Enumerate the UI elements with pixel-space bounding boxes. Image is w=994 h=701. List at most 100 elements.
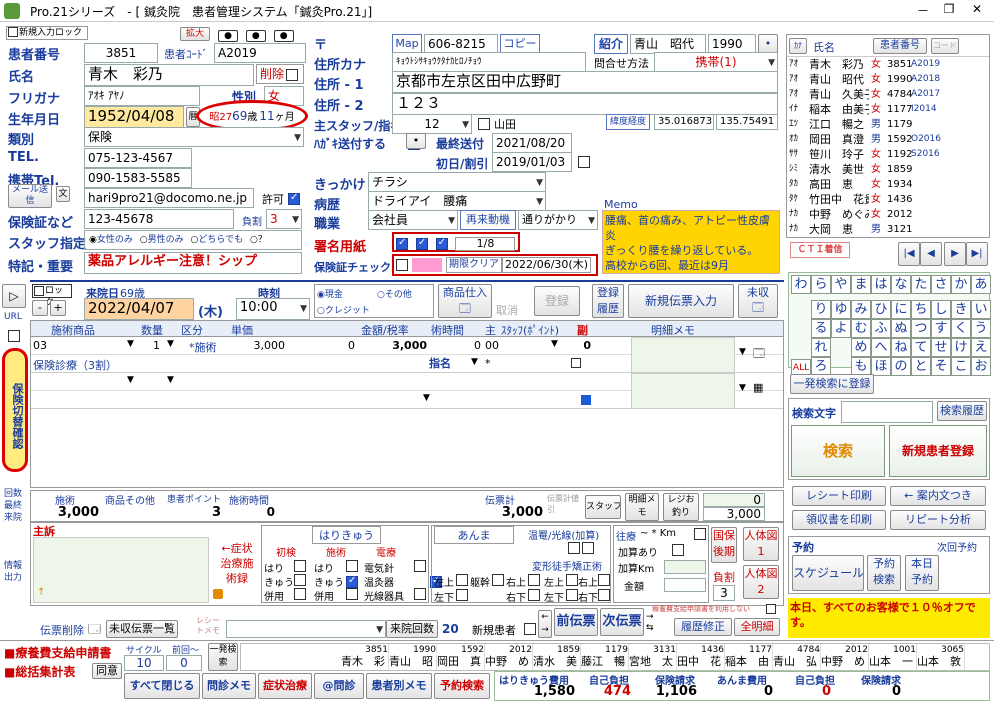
last-sent-field[interactable]: 2021/08/20 [492,133,572,153]
reservation-search-bottom-button[interactable]: 予約検索 [434,673,490,699]
history-item[interactable]: 1179 藤江 暢 [581,644,629,670]
burden-select[interactable]: 3 ▼ [266,209,302,229]
search-button[interactable]: 検索 [791,425,885,477]
kana-key[interactable]: ら [811,275,831,294]
radio-2[interactable]: ● [245,30,266,42]
time-select[interactable]: 10:00 ▼ [236,298,310,320]
map-button[interactable]: Map [392,34,422,54]
prev-slip-button[interactable]: 前伝票 [554,608,598,636]
list-item[interactable]: ｱｵ 青山 昭代女 1990 A2018 [787,72,989,87]
history-button[interactable]: 登録履歴 [592,284,624,318]
address-kana-field[interactable]: ｷｮｳﾄｼｻｷｮｳｸﾀﾅｶﾋﾛﾉﾁｮｳ [392,52,586,72]
nav-first-button[interactable]: |◀ [898,242,920,266]
history-item[interactable]: 3851 青木 彩 [341,644,389,670]
change-top[interactable]: 0 [703,493,765,507]
insurance-switch-button[interactable]: 保険切替確認 [2,348,28,472]
date-minus-button[interactable]: - [32,300,48,316]
play-button[interactable]: ▷ [2,284,26,308]
search-input[interactable] [841,401,933,423]
kana-key[interactable]: わ [791,275,811,294]
kana-key[interactable]: の [891,357,911,376]
list-item[interactable]: ｱｵ 青山 久美子女 4784 A2017 [787,87,989,102]
url-label[interactable]: URL [4,312,22,322]
cert-date[interactable]: 2022/06/30(木) [502,257,591,273]
list-item[interactable]: ｼﾐ 清水 美世女 1859 [787,162,989,177]
cycle-field[interactable]: 10 [124,655,164,671]
detail-memo-button[interactable]: 明細メモ [625,493,659,521]
staff-male-radio[interactable]: ○ [140,235,148,245]
cti-button[interactable]: ＣＴＩ着信 [790,242,850,258]
kana-key[interactable]: た [911,275,931,294]
date-plus-button[interactable]: + [50,300,66,316]
kana-key[interactable]: は [871,275,891,294]
chevron-down-icon[interactable]: ▼ [167,339,174,349]
body-diagram-1-button[interactable]: 人体図1 [743,527,779,561]
treat-time[interactable]: 0 [433,339,481,352]
col-code-button[interactable]: コード [931,38,959,54]
travel-check[interactable] [694,528,706,540]
goods-purchase-button[interactable]: 商品仕入 🗔 [438,284,492,318]
referral-dot-button[interactable]: • [758,34,778,54]
new-patient-button[interactable]: 新規患者登録 [889,425,987,477]
postal-field[interactable]: 606-8215 [424,34,498,54]
unpaid-button[interactable]: 未収 🗔 [738,284,778,318]
cash-radio[interactable]: ◉現金 [317,287,343,300]
last-visit-label[interactable]: 最終来院 [4,500,26,524]
cert-limit-clear-button[interactable]: 期限クリア [446,257,502,273]
kyu-1-check[interactable] [294,574,306,586]
treatment-row-2[interactable]: ▼ ▼ 指名 ▼ * ▼ ▦ [31,357,783,409]
kana-key[interactable]: あ [971,275,991,294]
signature-check-1[interactable] [396,237,408,250]
search-history-button[interactable]: 検索履歴 [937,401,987,421]
treat-code[interactable]: 03 [33,339,47,352]
combo-1-check[interactable] [294,588,306,600]
first-visit-field[interactable]: 2019/01/03 [492,152,572,172]
list-item[interactable]: ﾀｹ 竹田中 花貴子女 1436 [787,192,989,207]
kana-key[interactable]: こ [951,357,971,376]
history-item[interactable]: 1859 清水 美 [533,644,581,670]
list-item[interactable]: ﾅｶ 大岡 恵 男 3121 [787,222,989,237]
nav-next-button[interactable]: ▶ [944,242,966,266]
all-detail-button[interactable]: 全明細 [734,618,780,636]
info-out-label[interactable]: 情報出力 [4,560,26,584]
slip-delete-label[interactable]: 伝票削除 [40,622,84,638]
restore-button[interactable]: ❐ [938,2,960,16]
new-slip-button[interactable]: 新規伝票入力 [628,284,734,318]
light-device-check[interactable] [414,588,426,600]
furigana-field[interactable]: ｱｵｷ ｱﾔﾉ [84,86,200,106]
schedule-button[interactable]: スケジュール [792,555,864,591]
complaint-up-icon[interactable]: ↑ [37,587,45,598]
expand-button[interactable]: 拡大 [180,27,210,41]
row2-flag[interactable] [581,395,591,405]
register-button[interactable]: 登録 [534,286,580,316]
row1-flag-check[interactable] [571,358,581,368]
history-item[interactable]: 3065 山本 敦 [917,644,965,670]
radio-1[interactable]: ● [218,30,238,42]
job-select[interactable]: 会社員 ▼ [368,210,458,230]
total-label[interactable]: ■総括集計表 [4,663,75,680]
history-item[interactable]: 2012 中野 め [821,644,869,670]
zone-right-up2-check[interactable] [598,574,610,586]
change-total[interactable]: 3,000 [703,507,765,521]
close-all-button[interactable]: すべて閉じる [124,673,200,699]
swap-button[interactable]: ← → [538,610,552,638]
burden-ratio-field[interactable]: 3 [713,585,735,601]
revisit-button[interactable]: 再来動機 [460,210,516,230]
history-item[interactable]: 2012 中野 め [485,644,533,670]
referral-name-field[interactable]: 青山 昭代 [630,34,706,54]
col-kana-button[interactable]: ｶﾅ [789,38,807,54]
kana-key[interactable]: な [891,275,911,294]
visit-count-label[interactable]: 来院回数 [386,620,438,638]
history-item[interactable]: 1990 青山 昭 [389,644,437,670]
ryoshu-print-button[interactable]: 領収書を印刷 [792,510,886,530]
patient-id-field[interactable]: 3851 [84,43,158,63]
lock-box[interactable]: ロック [32,284,72,308]
kana-key[interactable]: ま [851,275,871,294]
staff-assign-check[interactable] [478,118,490,130]
travel-amount-field[interactable] [664,578,706,592]
kana-key[interactable]: ほ [871,357,891,376]
quick-register-button[interactable]: 一発検索に登録 [790,374,874,394]
list-item[interactable]: ｲﾅ 稲本 由美子女 1177 I2014 [787,102,989,117]
signature-check-3[interactable] [435,237,448,250]
lat-field[interactable]: 35.016873 [654,114,714,130]
